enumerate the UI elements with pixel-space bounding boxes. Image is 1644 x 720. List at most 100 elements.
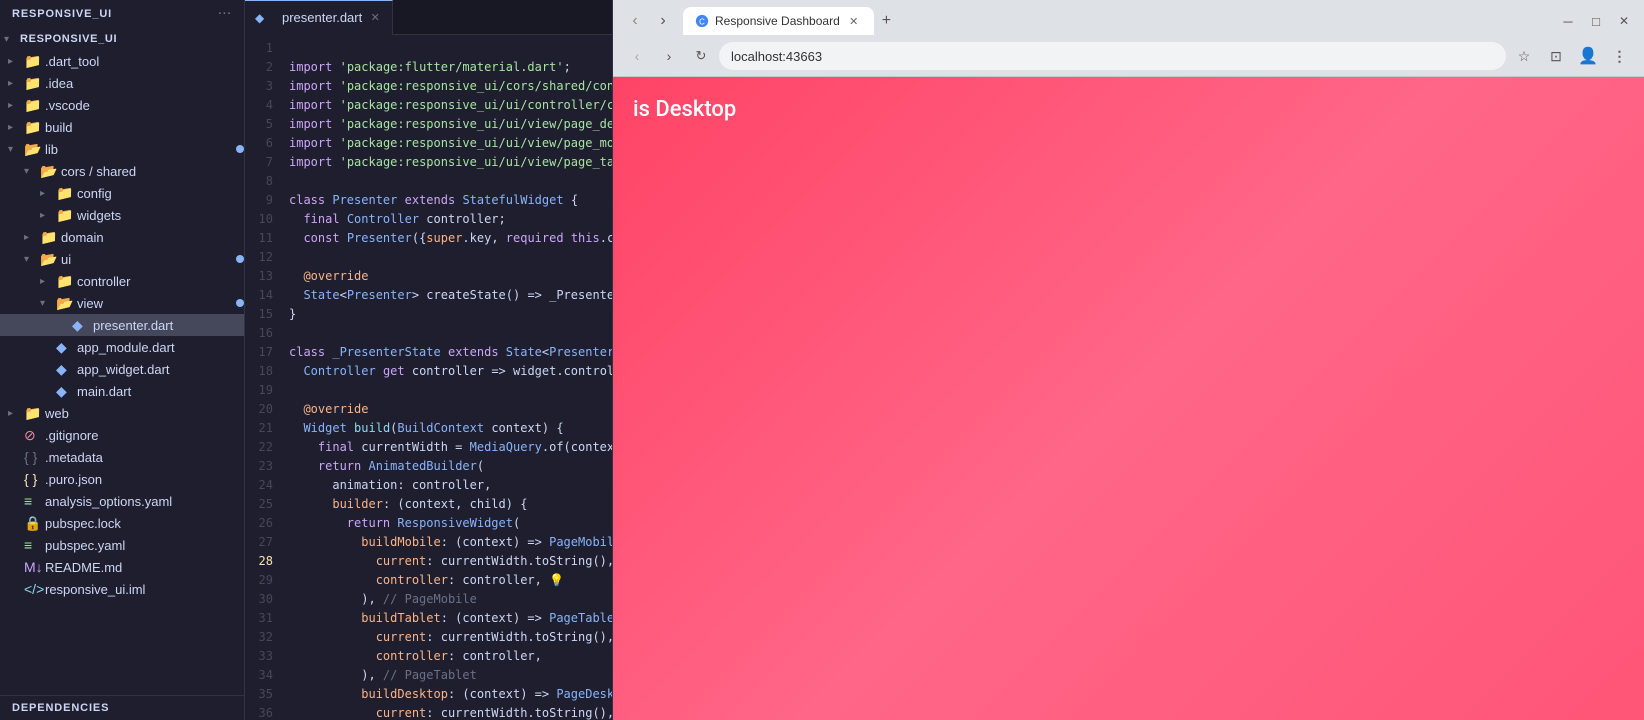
tree-item-dart-tool[interactable]: ▸ 📁 .dart_tool [0, 50, 244, 72]
folder-icon: 📁 [24, 53, 42, 70]
tree-item-metadata[interactable]: ▸ { } .metadata [0, 446, 244, 468]
line-num: 30 [245, 590, 273, 609]
close-btn[interactable]: ✕ [1612, 9, 1636, 33]
profile-icon[interactable]: 👤 [1574, 42, 1602, 70]
tree-label-puro-json: .puro.json [45, 472, 102, 487]
tree-label-pubspec-lock: pubspec.lock [45, 516, 121, 531]
tree-label-app-widget: app_widget.dart [77, 362, 170, 377]
minimize-btn[interactable]: ─ [1556, 9, 1580, 33]
tab-bar-forward-icon[interactable]: › [649, 7, 677, 35]
folder-icon: 📁 [56, 185, 74, 202]
json-icon: { } [24, 471, 42, 487]
tree-label-ui: ui [61, 252, 71, 267]
tree-item-main-dart[interactable]: ▸ ◆ main.dart [0, 380, 244, 402]
tree-item-domain[interactable]: ▸ 📁 domain [0, 226, 244, 248]
forward-button[interactable]: › [655, 42, 683, 70]
tree-item-iml[interactable]: ▸ </> responsive_ui.iml [0, 578, 244, 600]
folder-icon: 📁 [40, 229, 58, 246]
yaml-icon: ≡ [24, 493, 42, 509]
line-num: 33 [245, 647, 273, 666]
dependencies-section[interactable]: DEPENDENCIES [0, 695, 244, 720]
bookmark-icon[interactable]: ☆ [1510, 42, 1538, 70]
tab-bar-back-icon[interactable]: ‹ [621, 7, 649, 35]
line-num: 36 [245, 704, 273, 720]
line-num: 11 [245, 229, 273, 248]
tree-item-view[interactable]: ▾ 📂 view [0, 292, 244, 314]
line-num: 22 [245, 438, 273, 457]
address-bar-input[interactable] [719, 42, 1506, 70]
line-num: 25 [245, 495, 273, 514]
explorer-panel: RESPONSIVE_UI ··· ▾ RESPONSIVE_UI ▸ 📁 .d… [0, 0, 245, 720]
dart-tab-icon: ◆ [255, 11, 273, 25]
folder-icon: 📁 [24, 75, 42, 92]
arrow-icon: ▸ [40, 210, 56, 221]
tree-label-presenter-dart: presenter.dart [93, 318, 173, 333]
reload-button[interactable]: ↻ [687, 42, 715, 70]
dart-file-icon: ◆ [56, 383, 74, 400]
lock-icon: 🔒 [24, 515, 42, 532]
file-tree: ▾ RESPONSIVE_UI ▸ 📁 .dart_tool ▸ 📁 .idea… [0, 28, 244, 695]
tab-bar-nav: ‹ › [621, 7, 677, 35]
tree-root-label[interactable]: ▾ RESPONSIVE_UI [0, 28, 244, 50]
tree-item-app-widget[interactable]: ▸ ◆ app_widget.dart [0, 358, 244, 380]
tree-item-idea[interactable]: ▸ 📁 .idea [0, 72, 244, 94]
explorer-header-icons: ··· [218, 8, 232, 20]
tree-item-analysis-options[interactable]: ▸ ≡ analysis_options.yaml [0, 490, 244, 512]
line-num: 10 [245, 210, 273, 229]
tree-item-vscode[interactable]: ▸ 📁 .vscode [0, 94, 244, 116]
arrow-icon: ▸ [8, 122, 24, 133]
editor-tab-close-btn[interactable]: ✕ [368, 11, 382, 25]
browser-menu-icon[interactable]: ⋮ [1606, 42, 1634, 70]
line-num: 9 [245, 191, 273, 210]
cast-icon[interactable]: ⊡ [1542, 42, 1570, 70]
code-content[interactable]: import 'package:flutter/material.dart'; … [281, 35, 612, 720]
maximize-btn[interactable]: □ [1584, 9, 1608, 33]
line-num: 4 [245, 96, 273, 115]
tree-item-widgets[interactable]: ▸ 📁 widgets [0, 204, 244, 226]
gitignore-icon: ⊘ [24, 427, 42, 444]
tree-item-puro-json[interactable]: ▸ { } .puro.json [0, 468, 244, 490]
tree-item-presenter-dart[interactable]: ▸ ◆ presenter.dart [0, 314, 244, 336]
arrow-icon: ▸ [40, 276, 56, 287]
line-num: 14 [245, 286, 273, 305]
arrow-icon: ▸ [8, 408, 24, 419]
browser-address-bar: ‹ › ↻ ☆ ⊡ 👤 ⋮ [613, 36, 1644, 76]
modified-dot [236, 299, 244, 307]
editor-tab-presenter[interactable]: ◆ presenter.dart ✕ [245, 0, 393, 35]
line-num: 13 [245, 267, 273, 286]
tree-item-app-module[interactable]: ▸ ◆ app_module.dart [0, 336, 244, 358]
tree-item-lib[interactable]: ▾ 📂 lib [0, 138, 244, 160]
folder-icon: 📁 [24, 119, 42, 136]
tree-label-web: web [45, 406, 69, 421]
tree-item-build[interactable]: ▸ 📁 build [0, 116, 244, 138]
explorer-menu-icon[interactable]: ··· [218, 8, 232, 20]
tree-item-config[interactable]: ▸ 📁 config [0, 182, 244, 204]
tree-item-pubspec-yaml[interactable]: ▸ ≡ pubspec.yaml [0, 534, 244, 556]
tree-item-web[interactable]: ▸ 📁 web [0, 402, 244, 424]
tree-label-vscode: .vscode [45, 98, 90, 113]
tree-item-gitignore[interactable]: ▸ ⊘ .gitignore [0, 424, 244, 446]
browser-new-tab-btn[interactable]: + [876, 6, 897, 36]
tree-item-cors-shared[interactable]: ▾ 📂 cors / shared [0, 160, 244, 182]
tree-item-ui[interactable]: ▾ 📂 ui [0, 248, 244, 270]
dependencies-label: DEPENDENCIES [12, 702, 109, 714]
new-tab-plus-icon: + [882, 12, 891, 30]
back-button[interactable]: ‹ [623, 42, 651, 70]
line-num: 27 [245, 533, 273, 552]
browser-active-tab[interactable]: C Responsive Dashboard ✕ [683, 7, 874, 35]
tree-item-readme[interactable]: ▸ M↓ README.md [0, 556, 244, 578]
arrow-icon: ▾ [24, 254, 40, 265]
arrow-icon: ▾ [8, 144, 24, 155]
folder-icon: 📁 [24, 405, 42, 422]
arrow-icon: ▾ [24, 166, 40, 177]
tree-root-text: RESPONSIVE_UI [20, 33, 117, 45]
tree-item-controller[interactable]: ▸ 📁 controller [0, 270, 244, 292]
arrow-icon: ▾ [40, 298, 56, 309]
tree-label-config: config [77, 186, 112, 201]
browser-viewport: is Desktop [613, 77, 1644, 720]
browser-tab-close-btn[interactable]: ✕ [846, 13, 862, 29]
explorer-title: RESPONSIVE_UI [12, 8, 112, 20]
line-num: 32 [245, 628, 273, 647]
tree-label-build: build [45, 120, 72, 135]
tree-item-pubspec-lock[interactable]: ▸ 🔒 pubspec.lock [0, 512, 244, 534]
